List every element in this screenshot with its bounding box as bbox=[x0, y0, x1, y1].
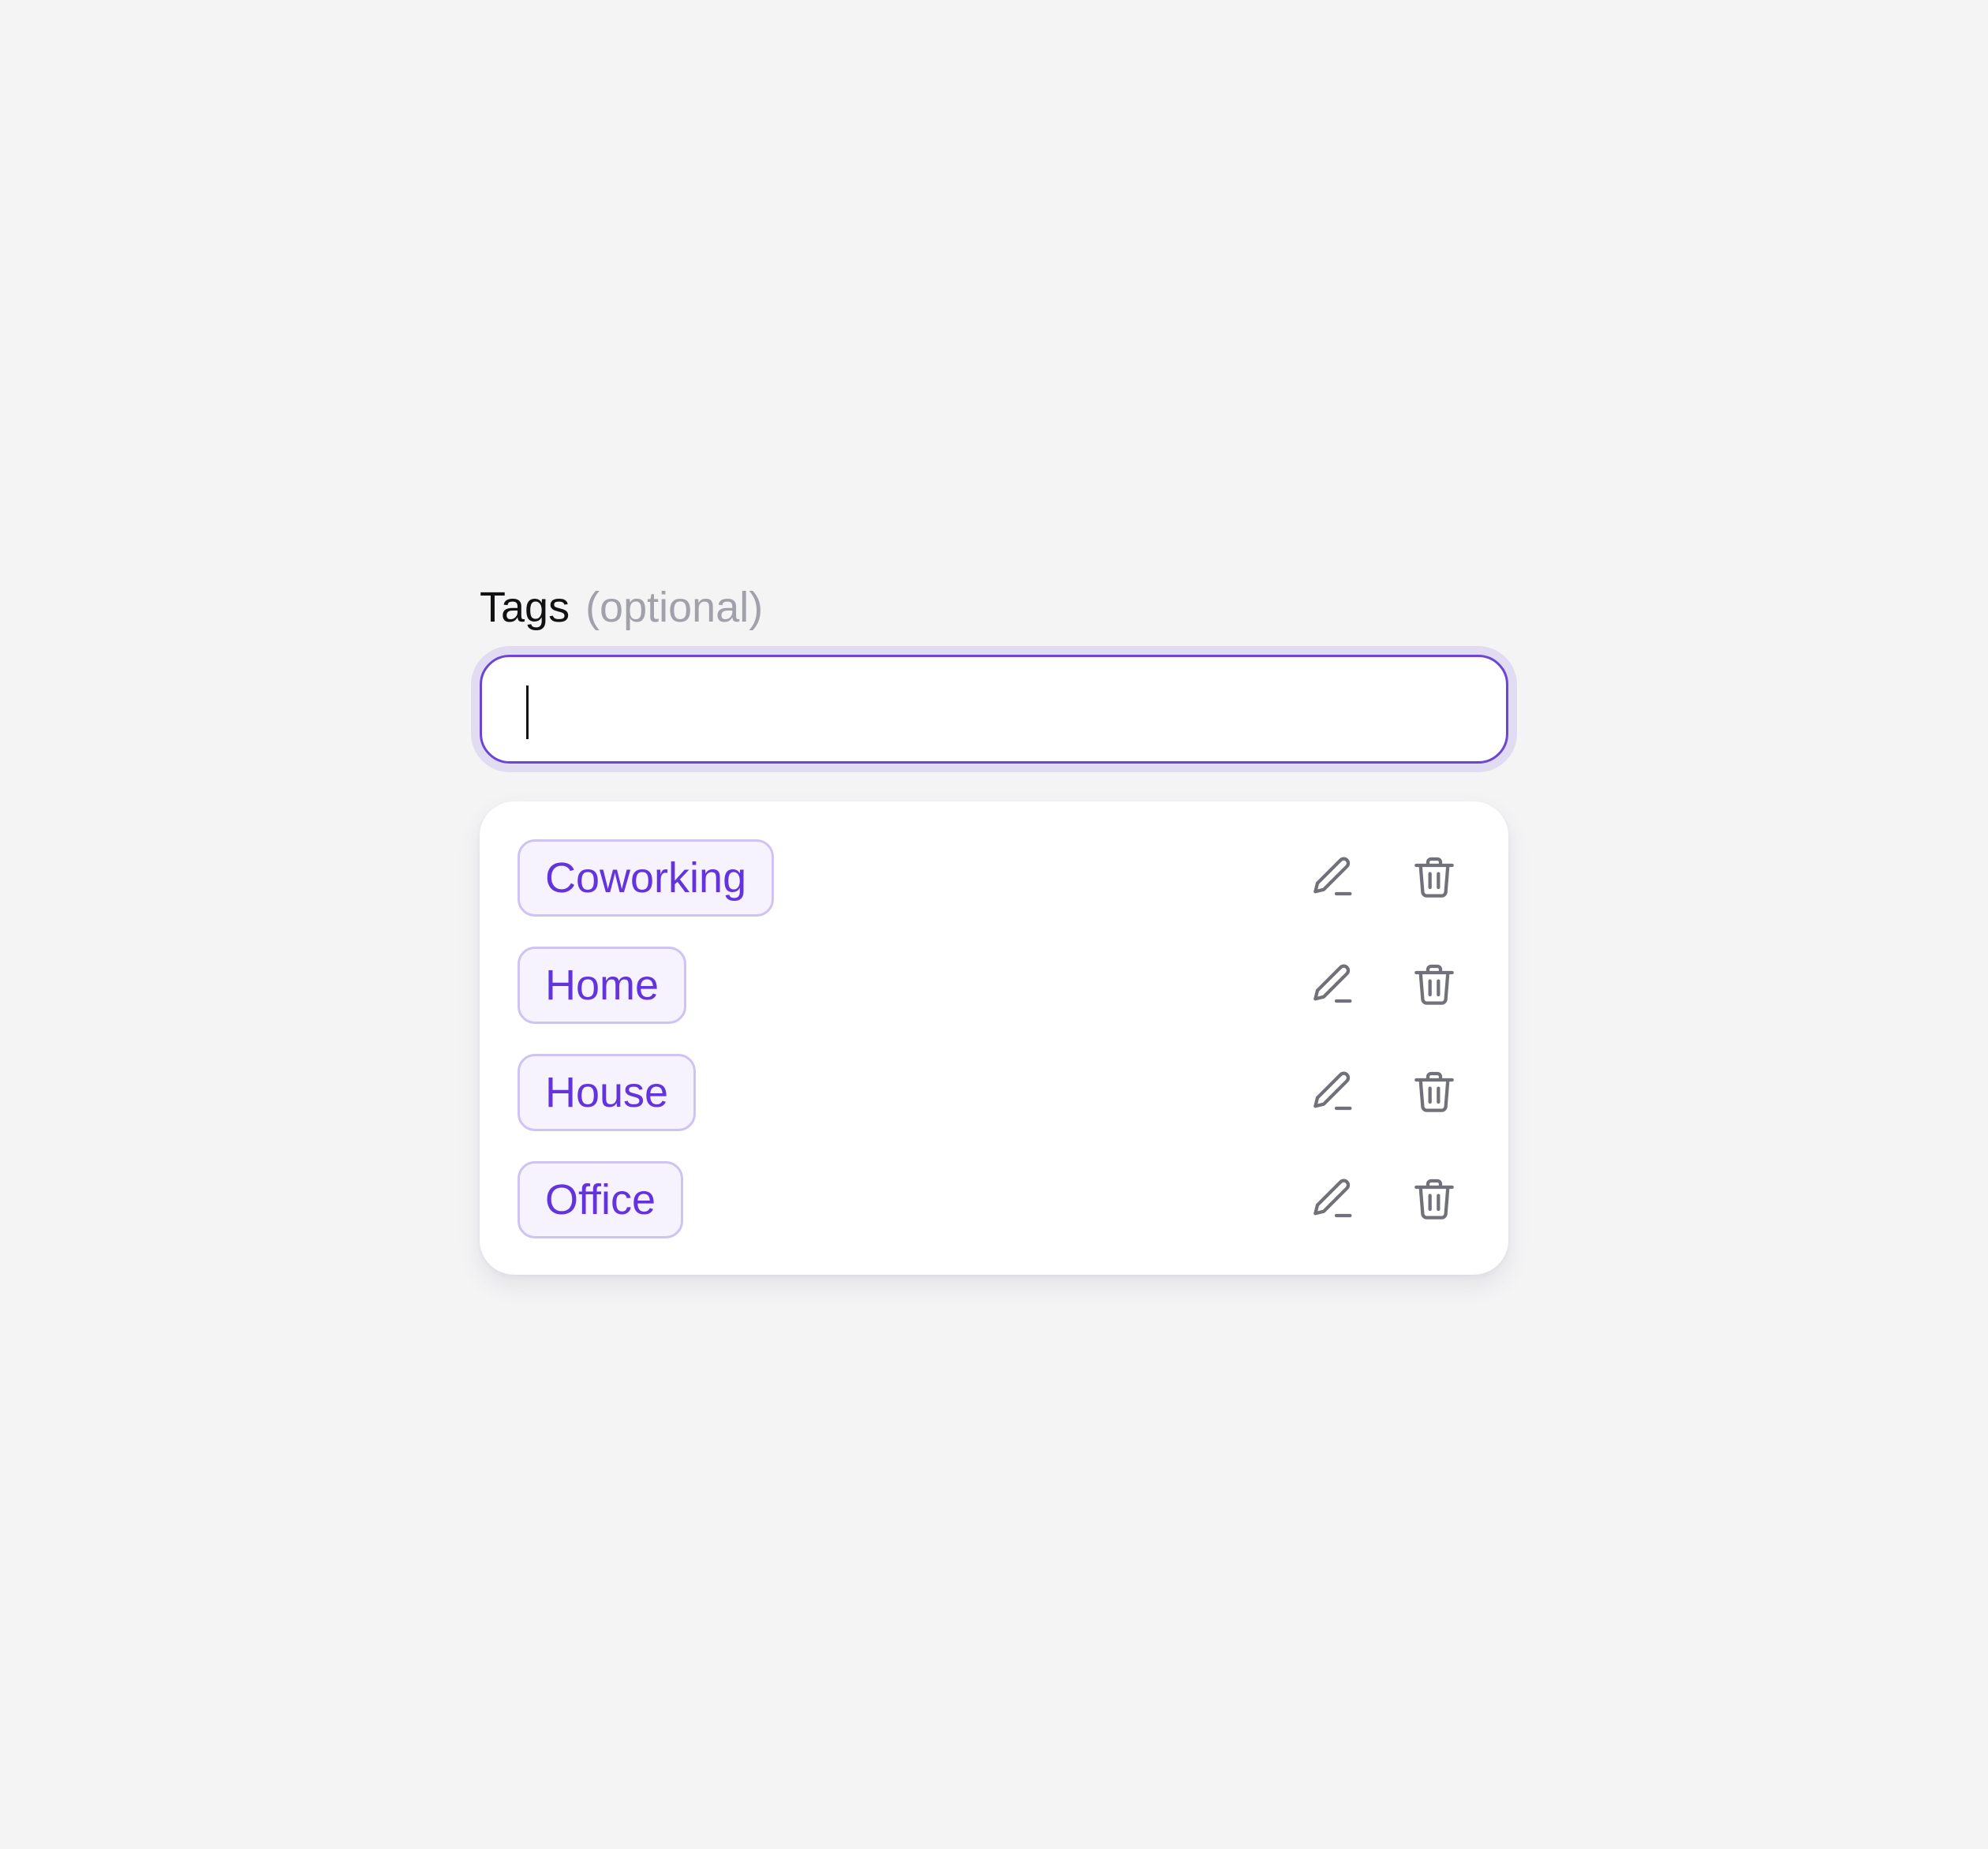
tag-input[interactable] bbox=[482, 657, 1506, 761]
text-caret bbox=[526, 685, 529, 739]
pencil-icon bbox=[1314, 964, 1352, 1003]
delete-tag-button[interactable] bbox=[1409, 853, 1459, 903]
trash-icon bbox=[1414, 857, 1454, 898]
edit-tag-button[interactable] bbox=[1308, 960, 1358, 1010]
tag-chip[interactable]: Home bbox=[518, 947, 687, 1024]
tag-row-office[interactable]: Office bbox=[480, 1161, 1508, 1238]
field-label-text: Tags bbox=[480, 584, 570, 631]
trash-icon bbox=[1414, 1179, 1454, 1220]
edit-tag-button[interactable] bbox=[1308, 1175, 1358, 1225]
tags-field: Tags (optional) Coworking Home House Off… bbox=[480, 579, 1508, 1275]
tag-row-coworking[interactable]: Coworking bbox=[480, 839, 1508, 917]
delete-tag-button[interactable] bbox=[1409, 1067, 1459, 1118]
pencil-icon bbox=[1314, 857, 1352, 896]
pencil-icon bbox=[1314, 1179, 1352, 1218]
tag-chip[interactable]: House bbox=[518, 1054, 697, 1131]
edit-tag-button[interactable] bbox=[1308, 1067, 1358, 1118]
tag-dropdown: Coworking Home House Office bbox=[480, 801, 1508, 1275]
delete-tag-button[interactable] bbox=[1409, 960, 1459, 1010]
tag-chip[interactable]: Office bbox=[518, 1161, 684, 1238]
tag-chip[interactable]: Coworking bbox=[518, 839, 775, 917]
tag-row-home[interactable]: Home bbox=[480, 947, 1508, 1024]
delete-tag-button[interactable] bbox=[1409, 1175, 1459, 1225]
field-label: Tags (optional) bbox=[480, 579, 1508, 636]
trash-icon bbox=[1414, 964, 1454, 1005]
tag-row-house[interactable]: House bbox=[480, 1054, 1508, 1131]
optional-hint: (optional) bbox=[585, 584, 764, 631]
edit-tag-button[interactable] bbox=[1308, 853, 1358, 903]
tag-input-container[interactable] bbox=[480, 655, 1508, 764]
trash-icon bbox=[1414, 1071, 1454, 1112]
pencil-icon bbox=[1314, 1071, 1352, 1111]
